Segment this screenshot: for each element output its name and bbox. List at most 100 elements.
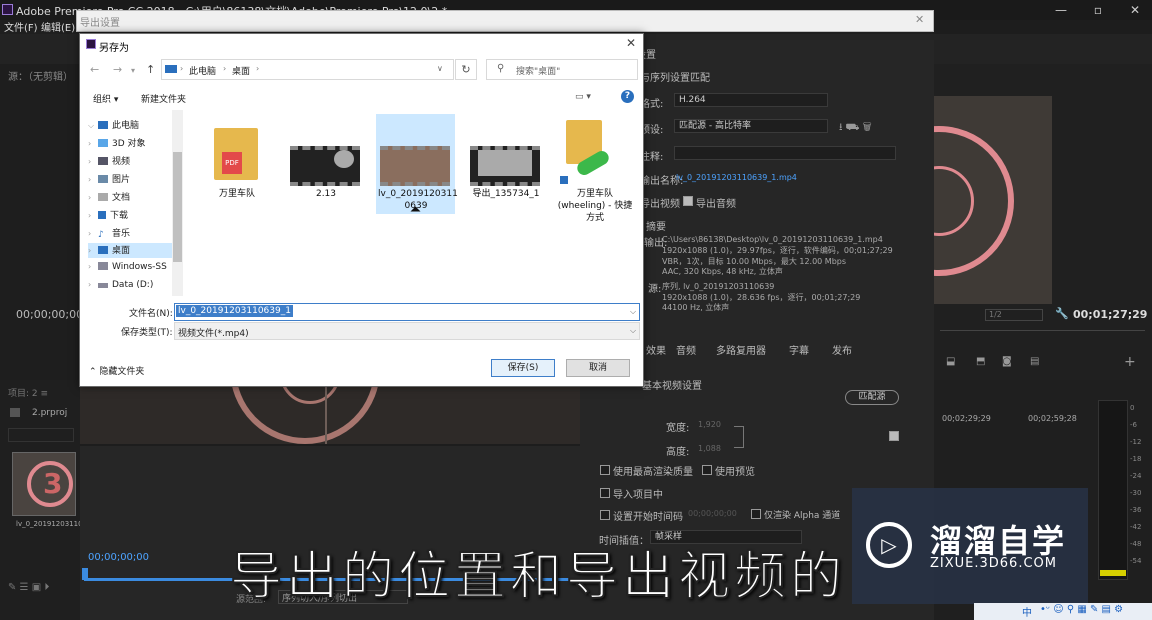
- meter-tick: -30: [1130, 489, 1142, 497]
- match-sequence-checkbox[interactable]: 与序列设置匹配: [640, 69, 710, 84]
- watermark-play-icon: ▷: [866, 522, 912, 568]
- menu-edit[interactable]: 编辑(E): [41, 19, 75, 34]
- export-preview-timecode: 00;00;00;00: [88, 552, 150, 563]
- timeline-timecode-1: 00;02;29;29: [942, 414, 991, 423]
- video-icon: [98, 157, 108, 165]
- set-start-timecode-checkbox[interactable]: [600, 510, 610, 520]
- cancel-button[interactable]: 取消: [566, 359, 630, 377]
- close-window-button[interactable]: ✕: [1120, 1, 1150, 19]
- import-into-project-label: 导入项目中: [613, 490, 663, 501]
- meter-tick: -36: [1130, 506, 1142, 514]
- chevron-down-icon[interactable]: ∨: [437, 64, 443, 73]
- project-clip-thumbnail[interactable]: 3: [12, 452, 76, 516]
- meter-tick: 0: [1130, 404, 1135, 412]
- height-value[interactable]: 1,088: [698, 444, 721, 453]
- program-transport-controls[interactable]: ⬓ ⬒ ◙ ▤ +: [940, 352, 1150, 374]
- use-previews-checkbox[interactable]: [702, 465, 712, 475]
- tree-item-documents[interactable]: › 文档: [88, 190, 172, 206]
- close-icon[interactable]: ✕: [626, 36, 636, 50]
- export-close-icon[interactable]: ✕: [915, 13, 924, 26]
- max-render-quality-checkbox[interactable]: [600, 465, 610, 475]
- project-search-input[interactable]: [8, 428, 74, 442]
- forward-arrow-icon[interactable]: →: [113, 63, 122, 76]
- export-audio-checkbox-box[interactable]: [683, 196, 693, 206]
- resize-checkbox[interactable]: [889, 431, 899, 441]
- view-options-icon[interactable]: ▭ ▾: [575, 92, 591, 102]
- comment-input[interactable]: [674, 146, 896, 160]
- tree-item-windows-ssd[interactable]: › Windows-SS: [88, 262, 172, 278]
- picture-icon: [98, 175, 108, 183]
- summary-heading: 摘要: [646, 222, 666, 233]
- tab-captions[interactable]: 字幕: [789, 342, 809, 357]
- save-as-title: 另存为: [99, 43, 129, 54]
- file-label: 万里车队: [218, 189, 255, 199]
- start-timecode-value[interactable]: 00;00;00;00: [688, 509, 737, 518]
- program-fit-select[interactable]: 1/2: [985, 309, 1043, 321]
- help-icon[interactable]: ?: [621, 90, 634, 103]
- tab-effects[interactable]: 效果: [646, 342, 666, 357]
- tree-item-downloads[interactable]: › 下载: [88, 208, 172, 224]
- video-frame-screen: [478, 150, 532, 176]
- tab-audio[interactable]: 音频: [676, 342, 696, 357]
- menu-file[interactable]: 文件(F): [4, 19, 38, 34]
- tree-item-videos[interactable]: › 视频: [88, 154, 172, 170]
- refresh-button[interactable]: ↻: [455, 59, 477, 80]
- tray-icons[interactable]: •ᵕ ☺ ⚲ ▦ ✎ ▤ ⚙: [1040, 604, 1123, 615]
- tree-scrollbar-thumb[interactable]: [173, 152, 182, 262]
- maximize-button[interactable]: ▫: [1083, 1, 1113, 19]
- meter-tick: -24: [1130, 472, 1142, 480]
- overwrite-icon[interactable]: ⬒: [976, 356, 985, 367]
- video-subtitle: 导出的位置和导出视频的: [229, 546, 847, 608]
- export-audio-checkbox[interactable]: 导出音频: [696, 195, 736, 210]
- tree-item-data-drive[interactable]: › Data (D:): [88, 280, 172, 296]
- minimize-button[interactable]: —: [1046, 1, 1076, 19]
- match-source-button[interactable]: 匹配源: [845, 390, 899, 405]
- breadcrumb-separator-icon[interactable]: ›: [223, 64, 226, 73]
- tree-item-desktop[interactable]: › 桌面: [88, 243, 172, 258]
- up-arrow-icon[interactable]: ↑: [146, 63, 155, 76]
- camera-icon[interactable]: ◙: [1002, 356, 1012, 367]
- source-monitor-tab[interactable]: 源：（无剪辑）: [8, 68, 73, 83]
- filetype-select[interactable]: 视频文件(*.mp4): [174, 322, 640, 340]
- tree-item-this-pc[interactable]: ⌵ 此电脑: [88, 118, 172, 134]
- render-alpha-only-checkbox[interactable]: [751, 509, 761, 519]
- tree-item-3d-objects[interactable]: › 3D 对象: [88, 136, 172, 152]
- ime-indicator[interactable]: 中: [1022, 604, 1032, 619]
- output-name-link[interactable]: lv_0_20191203110639_1.mp4: [676, 173, 797, 182]
- tab-multiplexer[interactable]: 多路复用器: [716, 342, 766, 357]
- breadcrumb-this-pc[interactable]: 此电脑: [189, 64, 216, 77]
- insert-icon[interactable]: ⬓: [946, 356, 955, 367]
- breadcrumb-separator-icon[interactable]: ›: [180, 64, 183, 73]
- chevron-up-icon: ⌃: [89, 367, 97, 377]
- recent-dropdown-icon[interactable]: ▾: [131, 66, 135, 75]
- project-panel-title[interactable]: 项目: 2 ≡: [8, 386, 48, 399]
- tree-item-music[interactable]: › ♪ 音乐: [88, 226, 172, 242]
- tree-item-pictures[interactable]: › 图片: [88, 172, 172, 188]
- project-file-name: 2.prproj: [32, 408, 68, 418]
- breadcrumb-desktop[interactable]: 桌面: [232, 64, 250, 77]
- export-video-checkbox[interactable]: 导出视频: [640, 195, 680, 210]
- compare-icon[interactable]: ▤: [1030, 356, 1039, 367]
- chevron-down-icon[interactable]: ⌵: [630, 307, 636, 317]
- format-select[interactable]: H.264: [674, 93, 828, 107]
- music-icon: ♪: [98, 230, 104, 240]
- hide-folders-toggle[interactable]: ⌃ 隐藏文件夹: [89, 364, 144, 377]
- breadcrumb-separator-icon[interactable]: ›: [256, 64, 259, 73]
- new-folder-button[interactable]: 新建文件夹: [141, 92, 186, 105]
- tab-publish[interactable]: 发布: [832, 342, 852, 357]
- back-arrow-icon[interactable]: ←: [90, 63, 99, 76]
- chevron-down-icon[interactable]: ⌵: [630, 326, 636, 336]
- project-panel-tools[interactable]: ✎ ☰ ▣ ⏵: [8, 582, 49, 593]
- program-ruler[interactable]: [940, 330, 1145, 342]
- wrench-icon[interactable]: 🔧: [1055, 307, 1069, 320]
- filename-value[interactable]: lv_0_20191203110639_1: [176, 305, 293, 317]
- import-into-project-checkbox[interactable]: [600, 488, 610, 498]
- preset-tools-icon[interactable]: ⭳ ⛟ 🗑: [839, 120, 872, 137]
- width-value[interactable]: 1,920: [698, 420, 721, 429]
- search-input[interactable]: [486, 59, 638, 80]
- organize-button[interactable]: 组织 ▾: [93, 92, 118, 105]
- project-clip-label: lv_0_20191203110...: [16, 520, 90, 528]
- preset-select[interactable]: 匹配源 - 高比特率: [674, 119, 828, 133]
- add-icon[interactable]: +: [1124, 354, 1136, 370]
- save-button[interactable]: 保存(S): [491, 359, 555, 377]
